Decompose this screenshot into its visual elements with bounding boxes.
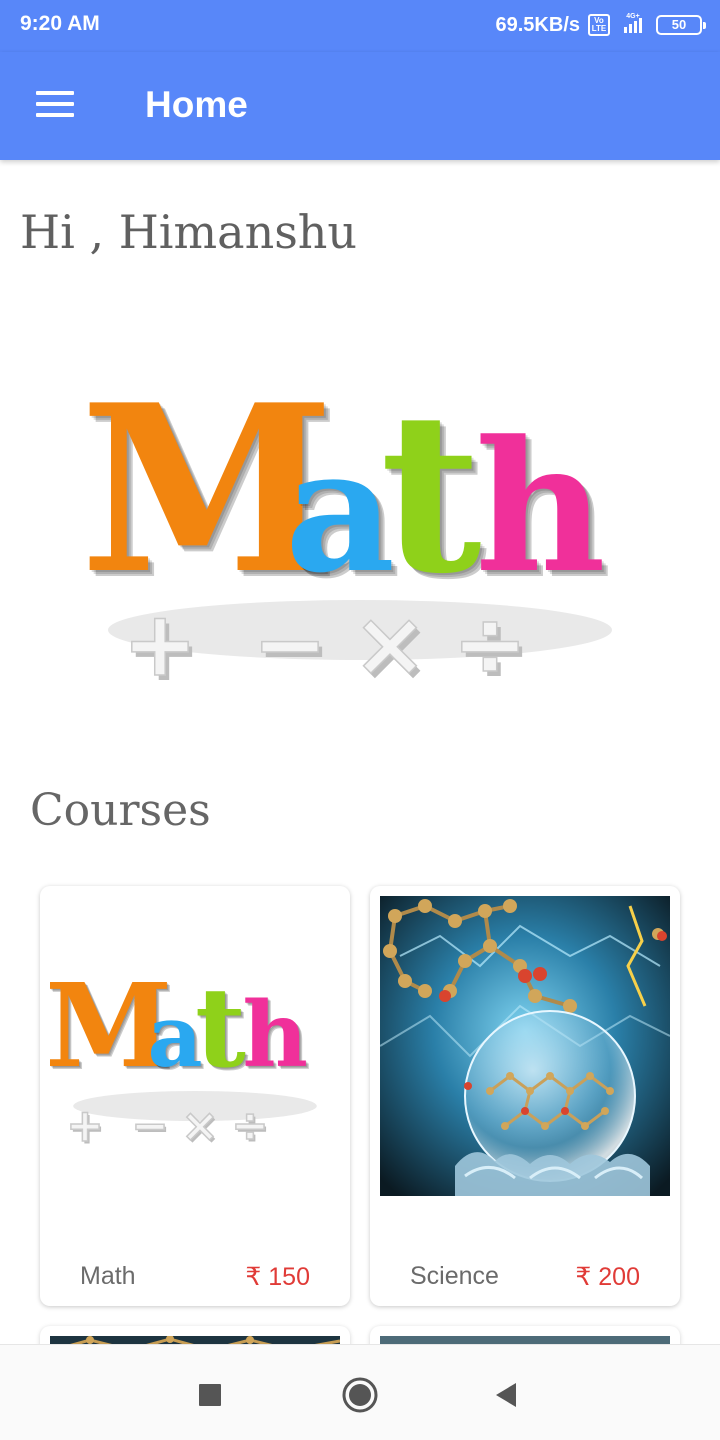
- back-icon[interactable]: [486, 1373, 530, 1417]
- recent-apps-icon[interactable]: [188, 1373, 232, 1417]
- courses-heading: Courses: [30, 785, 211, 836]
- course-card-science[interactable]: Science ₹ 200: [370, 886, 680, 1306]
- math-logo-letter-a: a: [285, 411, 395, 611]
- math-course-image: M M M Ma a a a t t t t h h h h + + − − × × ÷ ÷: [45, 896, 340, 1196]
- status-icons: 69.5KB/s Vo LTE 4G+ 50: [495, 10, 706, 40]
- math-operator-symbol: ÷: [231, 1099, 269, 1152]
- math-logo-letter: hhhh: [243, 982, 311, 1091]
- course-name: Math: [80, 1262, 136, 1290]
- math-logo-letter: hhhh: [475, 402, 612, 619]
- science-molecule-graphic: [379, 896, 671, 1196]
- app-bar: Home: [0, 52, 720, 160]
- math-operator-symbol: +: [122, 592, 197, 697]
- course-name: Science: [410, 1262, 499, 1290]
- system-navigation-bar: [0, 1344, 720, 1440]
- network-speed: 69.5KB/s: [495, 13, 581, 36]
- math-operator-symbol: −: [131, 1099, 169, 1152]
- status-bar: 9:20 AM 69.5KB/s Vo LTE 4G+ 50: [0, 0, 720, 52]
- math-operator-symbol: +: [66, 1099, 104, 1152]
- math-operator-symbol: ×: [181, 1099, 219, 1152]
- volte-icon: Vo LTE: [588, 14, 610, 36]
- math-logo-graphic: MMMMaaaatttt hhhh++ −− ×× ÷÷: [80, 355, 612, 702]
- math-logo-letter: tttt: [195, 963, 249, 1095]
- math-logo-letter: tttt: [380, 363, 488, 628]
- greeting-text: Hi , Himanshu: [20, 205, 358, 259]
- math-logo-letter-h: h: [475, 402, 606, 613]
- signal-icon: 4G+: [618, 11, 648, 40]
- signal-type-label: 4G+: [626, 13, 639, 20]
- math-operator-symbol: ÷: [452, 592, 527, 697]
- math-banner-image: M M M Ma a a a t t t t h h h h + + − − × × ÷ ÷: [60, 330, 660, 710]
- math-operator-symbol: −: [252, 592, 327, 697]
- course-price: ₹ 150: [245, 1263, 310, 1291]
- math-logo-letter-t: t: [195, 963, 246, 1092]
- course-price: ₹ 200: [575, 1263, 640, 1291]
- status-time: 9:20 AM: [20, 12, 100, 35]
- math-logo-letter-t: t: [380, 363, 482, 622]
- math-course-graphic: MMMMaaaatttt hhhh++ −− ×× ÷÷: [45, 959, 317, 1155]
- course-card-math[interactable]: M M M Ma a a a t t t t h h h h + + − − × × ÷ ÷ Math ₹ 150: [40, 886, 350, 1306]
- page-title: Home: [145, 84, 248, 125]
- math-operator-symbol: ×: [352, 592, 427, 697]
- battery-icon: 50: [656, 15, 706, 35]
- hamburger-menu-icon[interactable]: [28, 82, 84, 130]
- science-course-image: [379, 896, 671, 1196]
- battery-level: 50: [671, 17, 687, 32]
- math-logo-letter-h: h: [243, 982, 308, 1088]
- home-icon[interactable]: [338, 1373, 382, 1417]
